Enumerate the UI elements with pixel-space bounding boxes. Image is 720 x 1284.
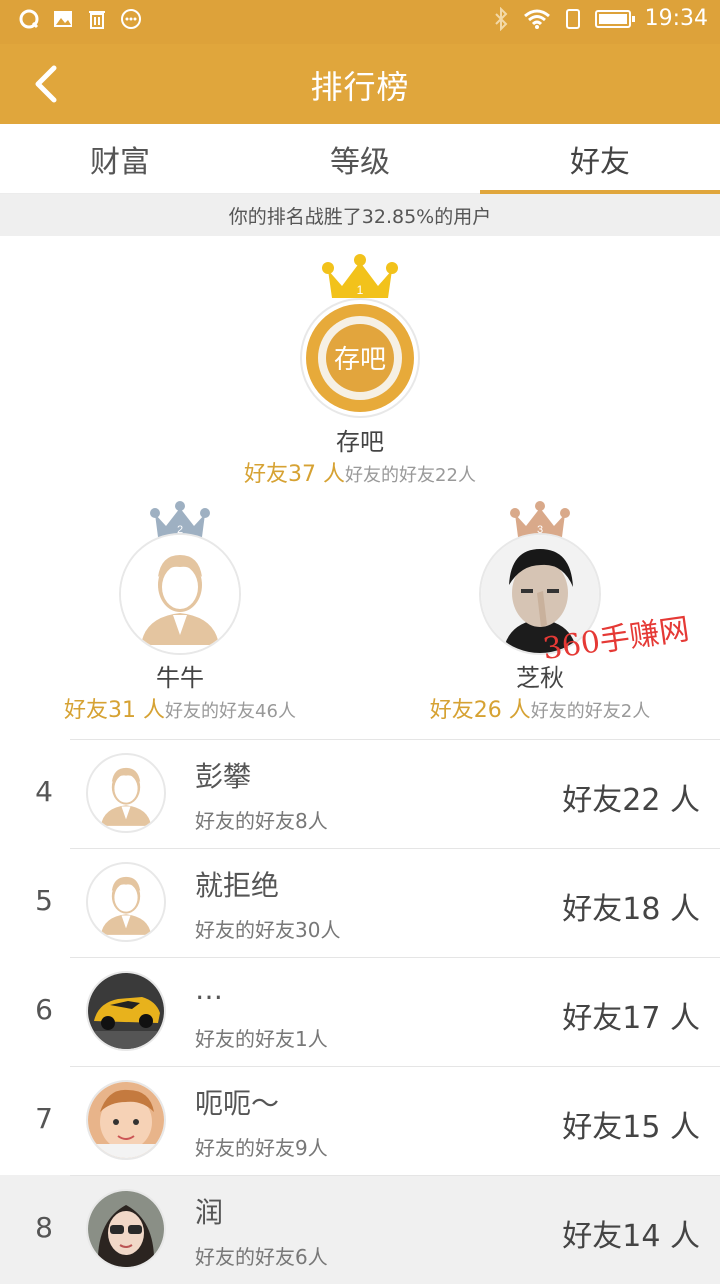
rank-2-friends: 好友31 人 <box>64 698 166 723</box>
page-title: 排行榜 <box>310 68 410 106</box>
qq-icon <box>19 9 39 29</box>
row-divider <box>70 957 720 958</box>
row-avatar <box>86 753 166 833</box>
default-user-avatar-icon <box>100 767 152 826</box>
list-item-current-user[interactable]: 8 润 好友的好友6人 好友14 人 <box>0 1175 720 1284</box>
rank-1-name: 存吧 <box>336 428 384 456</box>
row-fof: 好友的好友8人 <box>195 809 328 833</box>
row-friends-count: 好友18 人 <box>562 892 700 927</box>
row-fof: 好友的好友1人 <box>195 1027 328 1051</box>
status-bar: 19:34 <box>0 0 720 44</box>
row-rank: 4 <box>35 775 53 808</box>
rank-2-avatar[interactable] <box>119 533 241 655</box>
ranking-list: 4 彭攀 好友的好友8人 好友22 人 5 就拒绝 好友的好友30人 好友18 … <box>0 739 720 1284</box>
status-left-icons <box>18 8 142 30</box>
status-time: 19:34 <box>644 6 708 31</box>
row-divider <box>70 848 720 849</box>
row-fof: 好友的好友6人 <box>195 1245 328 1269</box>
list-item[interactable]: 7 呃呃～ 好友的好友9人 好友15 人 <box>0 1066 720 1175</box>
row-rank: 6 <box>35 993 53 1026</box>
row-rank: 8 <box>35 1211 53 1244</box>
rank-3-name: 芝秋 <box>516 664 564 692</box>
row-name: 彭攀 <box>195 760 252 793</box>
battery-icon <box>594 9 635 28</box>
default-user-avatar-icon <box>100 876 152 935</box>
gold-crown-icon: 1 <box>322 254 398 298</box>
car-photo-avatar <box>88 973 164 1049</box>
rank-1-friends: 好友37 人 <box>244 462 346 487</box>
row-name: … <box>195 973 223 1006</box>
more-icon <box>121 9 141 29</box>
row-avatar <box>86 971 166 1051</box>
row-friends-count: 好友14 人 <box>562 1219 700 1254</box>
row-friends-count: 好友15 人 <box>562 1110 700 1145</box>
row-rank: 5 <box>35 884 53 917</box>
rank-3-fof: 好友的好友2人 <box>530 701 651 722</box>
row-divider <box>70 1175 720 1176</box>
row-avatar <box>86 1080 166 1160</box>
rank-1-avatar[interactable]: 存吧 <box>300 298 420 418</box>
row-name: 润 <box>195 1196 224 1229</box>
rank-summary-banner: 你的排名战胜了32.85%的用户 <box>0 194 720 236</box>
tab-bar: 财富 等级 好友 <box>0 124 720 194</box>
row-friends-count: 好友17 人 <box>562 1001 700 1036</box>
list-item[interactable]: 6 … 好友的好友1人 好友17 人 <box>0 957 720 1066</box>
app-logo-avatar: 存吧 <box>306 304 414 412</box>
sim-icon <box>565 8 580 29</box>
wifi-icon <box>523 9 550 29</box>
list-item[interactable]: 4 彭攀 好友的好友8人 好友22 人 <box>0 739 720 848</box>
image-icon <box>54 11 72 27</box>
rank-3-stats: 好友26 人好友的好友2人 <box>360 692 720 724</box>
rank-1-stats: 好友37 人好友的好友22人 <box>160 456 560 488</box>
rank-2-name: 牛牛 <box>156 664 204 692</box>
row-avatar <box>86 862 166 942</box>
row-friends-count: 好友22 人 <box>562 783 700 818</box>
trash-icon <box>89 11 105 29</box>
baby-photo-avatar <box>88 1082 164 1158</box>
rank-3-friends: 好友26 人 <box>429 698 531 723</box>
row-avatar <box>86 1189 166 1269</box>
app-header: 排行榜 <box>0 44 720 124</box>
row-divider <box>70 739 720 740</box>
row-divider <box>70 1066 720 1067</box>
row-rank: 7 <box>35 1102 53 1135</box>
rank-1-fof: 好友的好友22人 <box>345 465 476 486</box>
rank-2-fof: 好友的好友46人 <box>165 701 296 722</box>
woman-photo-avatar <box>88 1191 164 1267</box>
podium: 1 存吧 存吧 好友37 人好友的好友22人 2 牛牛 好友31 人好友的好友4… <box>0 236 720 741</box>
rank-2-stats: 好友31 人好友的好友46人 <box>0 692 360 724</box>
tab-friends[interactable]: 好友 <box>480 124 720 194</box>
tab-level[interactable]: 等级 <box>240 124 480 194</box>
tab-wealth[interactable]: 财富 <box>0 124 240 194</box>
avatar-logo-text: 存吧 <box>334 345 386 375</box>
list-item[interactable]: 5 就拒绝 好友的好友30人 好友18 人 <box>0 848 720 957</box>
row-fof: 好友的好友9人 <box>195 1136 328 1160</box>
status-right-icons: 19:34 <box>493 6 708 31</box>
bluetooth-icon <box>494 6 508 31</box>
row-name: 就拒绝 <box>195 869 280 902</box>
default-user-avatar-icon <box>121 535 239 653</box>
row-name: 呃呃～ <box>195 1087 280 1120</box>
row-fof: 好友的好友30人 <box>195 918 341 942</box>
rank-1-number: 1 <box>357 283 364 297</box>
